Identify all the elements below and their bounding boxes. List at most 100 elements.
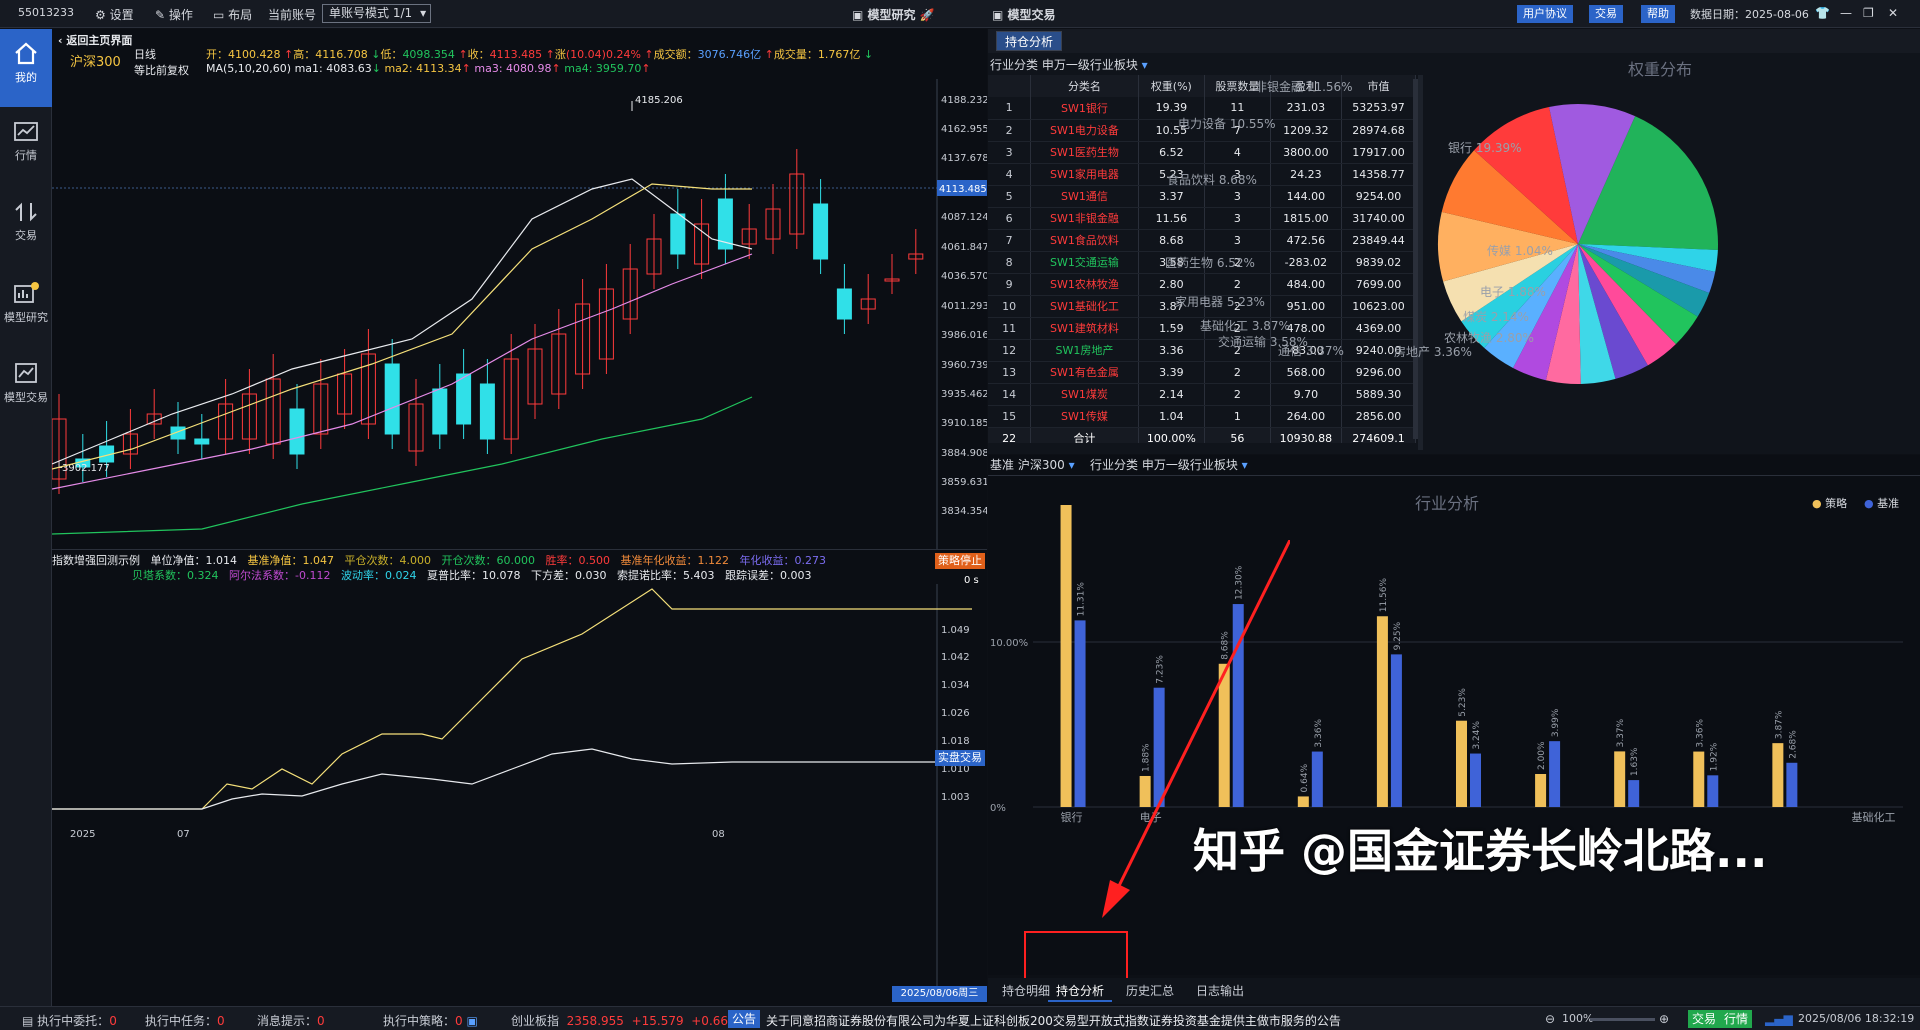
zoom-slider[interactable] (1590, 1018, 1655, 1021)
shirt-icon[interactable]: 👕 (1815, 6, 1830, 20)
user-agreement-button[interactable]: 用户协议 (1517, 5, 1573, 23)
candle-body (194, 438, 210, 445)
exec-strategy[interactable]: 执行中策略：0 ▣ (383, 1012, 478, 1029)
benchmark-select[interactable]: 基准 沪深300 ▾ (990, 456, 1075, 473)
bar-value-label: 3.36% (1314, 719, 1324, 748)
benchmark-bar[interactable] (1549, 741, 1561, 807)
strategy-bar[interactable] (1297, 796, 1309, 807)
strategy-bar[interactable] (1376, 616, 1388, 807)
strategy-bar[interactable] (1456, 720, 1467, 807)
table-cell: 14358.77 (1341, 163, 1416, 186)
table-row[interactable]: 5 SW1通信 3.37 3 144.00 9254.00 (988, 185, 1416, 208)
table-row[interactable]: 3 SW1医药生物 6.52 4 3800.00 17917.00 (988, 141, 1416, 164)
table-cell: SW1建筑材料 (1030, 317, 1139, 340)
status-trade-button[interactable]: 交易 (1688, 1010, 1721, 1028)
strategy-bar[interactable] (1060, 505, 1072, 807)
live-trade-button[interactable]: 实盘交易 (935, 750, 985, 766)
table-row[interactable]: 15 SW1传媒 1.04 1 264.00 2856.00 (988, 405, 1416, 428)
strategy-bar[interactable] (1614, 751, 1626, 807)
strategy-bar[interactable] (1772, 743, 1784, 807)
table-cell: SW1农林牧渔 (1030, 273, 1139, 296)
ma-line: MA(5,10,20,60) ma1: 4083.63↓ ma2: 4113.3… (206, 62, 651, 75)
bar-value-label: 1.88% (1142, 743, 1152, 772)
table-total-row: 22 合计 100.00% 56 10930.88 274609.1 (988, 427, 1416, 443)
strategy-bar[interactable] (1693, 751, 1705, 807)
research-icon: ▣ (852, 8, 864, 22)
close-icon[interactable]: ✕ (1888, 6, 1898, 20)
tab-holdings-analysis[interactable]: 持仓分析 (996, 31, 1063, 51)
benchmark-bar[interactable] (1390, 654, 1402, 807)
table-row[interactable]: 7 SW1食品饮料 8.68 3 472.56 23849.44 (988, 229, 1416, 252)
category-select[interactable]: 行业分类 申万一级行业板块 ▾ (990, 56, 1148, 73)
zoom-out-icon[interactable]: ⊖ (1545, 1012, 1555, 1026)
benchmark-bar[interactable] (1232, 604, 1244, 807)
industry-category-select[interactable]: 行业分类 申万一级行业板块 ▾ (1090, 456, 1248, 473)
tab-history-summary[interactable]: 历史汇总 (1118, 980, 1182, 1002)
messages[interactable]: 消息提示：0 (257, 1012, 325, 1029)
strategy-bar[interactable] (1218, 663, 1230, 807)
settings-menu[interactable]: ⚙ 设置 (95, 6, 134, 23)
table-row[interactable]: 6 SW1非银金融 11.56 3 1815.00 31740.00 (988, 207, 1416, 230)
account-mode-select[interactable]: 单账号模式 1/1 ▾ (322, 4, 432, 23)
strategy-stop-button[interactable]: 策略停止 (935, 553, 985, 569)
candlestick-chart[interactable]: 4188.232 4162.955 4137.678 4113.485 4087.124… (52, 79, 987, 549)
strategy-bar[interactable] (1535, 774, 1547, 807)
industry-bar-chart[interactable]: 20.00%10.00%0%19.39%11.31%银行1.88%7.23%电子… (988, 505, 1920, 975)
sidebar-item-model-research[interactable]: 模型研究 (0, 269, 52, 347)
layout-menu[interactable]: ▭ 布局 (213, 6, 252, 23)
benchmark-bar[interactable] (1074, 620, 1086, 807)
table-cell: SW1家用电器 (1030, 163, 1139, 186)
minimize-icon[interactable]: — (1840, 6, 1852, 20)
sidebar-item-trade[interactable]: 交易 (0, 189, 52, 267)
exec-commission[interactable]: ▤ 执行中委托：0 (22, 1012, 117, 1029)
notice-text[interactable]: 关于同意招商证券股份有限公司为华夏上证科创板200交易型开放式指数证券投资基金提… (766, 1012, 1526, 1029)
operate-menu[interactable]: ✎ 操作 (155, 6, 193, 23)
y-tick-label: 1.018 (941, 736, 970, 747)
datetime: 2025/08/06 18:32:19 (1798, 1012, 1915, 1025)
backtest-chart[interactable]: 1.0491.0421.0341.0261.0181.0101.0032025 0… (52, 584, 987, 989)
pie-label: 电力设备 10.55% (1178, 117, 1276, 131)
exec-task[interactable]: 执行中任务：0 (145, 1012, 225, 1029)
y-tick-label: 4011.293 (941, 301, 987, 312)
table-header-cell[interactable]: 权重(%) (1138, 75, 1206, 97)
sidebar-item-mine[interactable]: 我的 (0, 29, 52, 107)
table-cell: 1815.00 (1270, 207, 1343, 230)
model-trade-icon (15, 363, 37, 383)
benchmark-bar[interactable] (1786, 762, 1798, 807)
sidebar-item-quotes[interactable]: 行情 (0, 109, 52, 187)
benchmark-bar[interactable] (1470, 753, 1481, 807)
table-cell: 10 (988, 295, 1032, 318)
sidebar-item-model-trade[interactable]: 模型交易 (0, 349, 52, 427)
table-cell: SW1有色金属 (1030, 361, 1139, 384)
x-category-label: 基础化工 (1851, 810, 1895, 824)
tab-log-output[interactable]: 日志输出 (1188, 980, 1252, 1002)
table-cell: 3 (1204, 207, 1271, 230)
index-ticker: 创业板指 2358.955 +15.579 +0.66% (511, 1014, 740, 1028)
table-header-cell[interactable]: 分类名 (1030, 75, 1139, 97)
tab-holdings-analysis-bottom[interactable]: 持仓分析 (1048, 980, 1113, 1002)
table-row[interactable]: 14 SW1煤炭 2.14 2 9.70 5889.30 (988, 383, 1416, 406)
table-row[interactable]: 9 SW1农林牧渔 2.80 2 484.00 7699.00 (988, 273, 1416, 296)
ohlc-line: 开：4100.428 ↑高：4116.708 ↓低：4098.354 ↑收：41… (206, 48, 874, 61)
weight-pie-chart[interactable] (1428, 89, 1728, 409)
benchmark-bar[interactable] (1628, 780, 1640, 807)
back-home-link[interactable]: ‹ 返回主页界面 (58, 32, 132, 48)
zoom-in-icon[interactable]: ⊕ (1659, 1012, 1669, 1026)
pie-label: 煤炭 2.14% (1463, 310, 1529, 324)
y-tick-label: 1.003 (941, 792, 970, 803)
table-cell: 144.00 (1270, 185, 1343, 208)
table-cell: 9254.00 (1341, 185, 1416, 208)
strategy-bar[interactable] (1139, 775, 1151, 807)
benchmark-bar[interactable] (1153, 687, 1165, 807)
status-quote-button[interactable]: 行情 (1720, 1010, 1753, 1028)
table-header-cell[interactable] (988, 75, 1032, 97)
table-cell: 484.00 (1270, 273, 1343, 296)
trade-button[interactable]: 交易 (1589, 5, 1623, 23)
benchmark-bar[interactable] (1311, 751, 1323, 807)
restore-icon[interactable]: ❐ (1863, 6, 1874, 20)
help-button[interactable]: 帮助 (1641, 5, 1675, 23)
benchmark-bar[interactable] (1707, 775, 1719, 807)
table-cell: 9.70 (1270, 383, 1343, 406)
table-row[interactable]: 13 SW1有色金属 3.39 2 568.00 9296.00 (988, 361, 1416, 384)
table-row[interactable]: 12 SW1房地产 3.36 2 -83.00 9240.00 (988, 339, 1416, 362)
